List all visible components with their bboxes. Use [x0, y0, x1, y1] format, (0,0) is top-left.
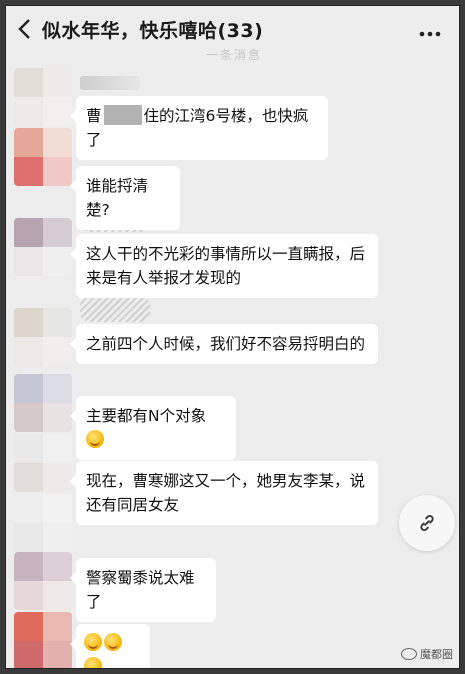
watermark-text: 魔都圈: [420, 648, 453, 661]
redacted-block: [103, 105, 142, 125]
avatar[interactable]: [14, 128, 72, 186]
link-icon: [420, 515, 434, 531]
sender-name: [80, 76, 140, 90]
message-bubble[interactable]: 谁能捋清楚?: [70, 166, 180, 230]
message-text: 主要都有N个对象: [86, 407, 207, 425]
message-bubble[interactable]: 现在，曹寒娜这又一个，她男友李某，说 还有同居女友: [70, 461, 378, 525]
grin-emoji-icon: [84, 633, 102, 651]
message-text: 这人干的不光彩的事情所以一直瞒报，后: [86, 245, 366, 263]
message-bubble[interactable]: [70, 624, 150, 668]
avatar[interactable]: [14, 218, 72, 276]
more-dots-icon[interactable]: [419, 18, 441, 42]
avatar[interactable]: [14, 494, 72, 552]
message-text: 还有同居女友: [86, 496, 180, 514]
message-bubble[interactable]: 这人干的不光彩的事情所以一直瞒报，后 来是有人举报才发现的: [70, 234, 378, 298]
message-text: 谁能捋清楚?: [86, 177, 149, 219]
grin-emoji-icon: [86, 430, 104, 448]
avatar[interactable]: [14, 68, 72, 126]
message-text: 现在，曹寒娜这又一个，她男友李某，说: [86, 472, 366, 490]
avatar[interactable]: [14, 434, 72, 492]
chat-title: 似水年华，快乐嘻哈(33): [42, 19, 264, 42]
link-button[interactable]: [399, 495, 455, 551]
avatar[interactable]: [14, 612, 72, 668]
scribble-mark: [80, 296, 150, 322]
avatar[interactable]: [14, 552, 72, 610]
avatar[interactable]: [14, 374, 72, 432]
grin-emoji-icon: [104, 633, 122, 651]
message-bubble[interactable]: 主要都有N个对象: [70, 396, 236, 460]
grin-emoji-icon: [84, 657, 102, 668]
chevron-left-icon[interactable]: [6, 6, 42, 52]
message-bubble[interactable]: 曹住的江湾6号楼，也快疯了: [70, 96, 328, 160]
wechat-icon: [401, 648, 417, 660]
message-text: 警察蜀黍说太难了: [86, 569, 195, 611]
watermark: 魔都圈: [401, 646, 453, 662]
message-bubble[interactable]: 之前四个人时候，我们好不容易捋明白的: [70, 324, 378, 364]
message-text: 来是有人举报才发现的: [86, 269, 242, 287]
avatar[interactable]: [14, 308, 72, 366]
message-bubble[interactable]: 警察蜀黍说太难了: [70, 558, 216, 622]
chat-window: 似水年华，快乐嘻哈(33) 一条消息 曹 住的江湾6号楼，也快疯了 谁能捋清楚?…: [6, 6, 459, 668]
message-text: 之前四个人时候，我们好不容易捋明白的: [86, 335, 366, 353]
message-text: 曹: [86, 107, 102, 125]
ghost-text: 一条消息: [206, 48, 263, 62]
